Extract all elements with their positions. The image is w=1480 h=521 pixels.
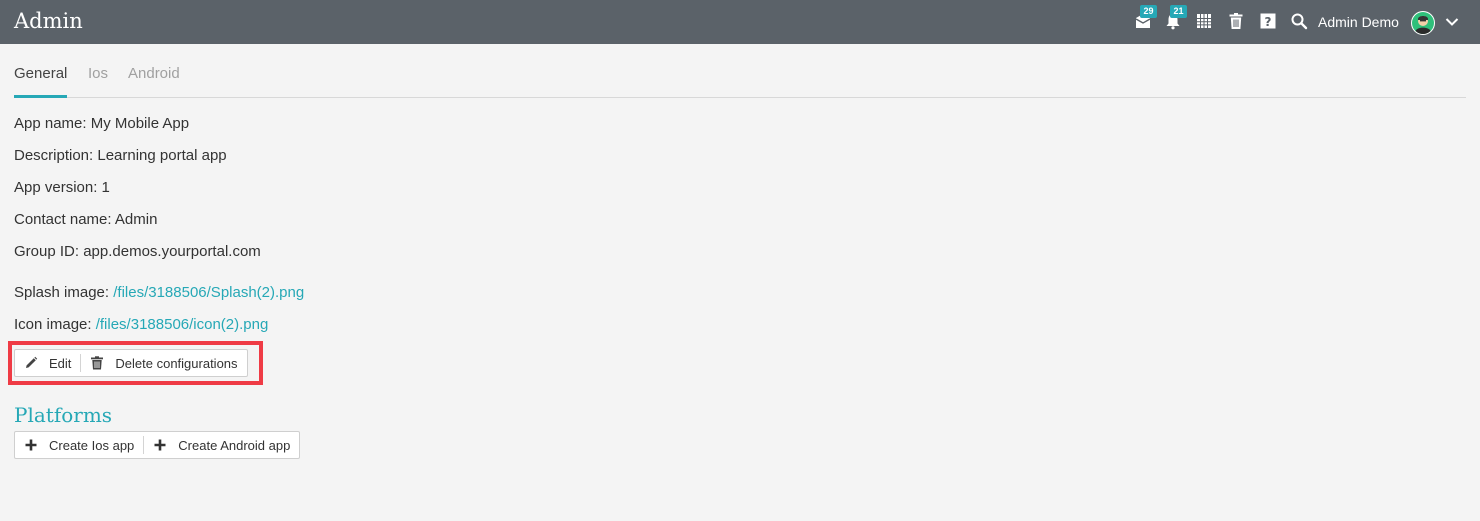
platform-actions: Create Ios app Create Android app: [14, 431, 301, 459]
platforms-heading: Platforms: [14, 403, 113, 427]
trash-icon[interactable]: [1227, 12, 1247, 32]
messages-badge: 29: [1140, 5, 1157, 18]
messages-icon[interactable]: 29: [1134, 5, 1157, 32]
calendar-icon[interactable]: [1195, 12, 1215, 32]
splash-image-label: Splash image:: [14, 284, 110, 301]
highlight-box: [8, 341, 263, 385]
description-text: Description: Learning portal app: [14, 147, 227, 164]
app-name-text: App name: My Mobile App: [14, 115, 190, 132]
icon-image-row: Icon image: /files/3188506/icon(2).png: [14, 316, 268, 333]
active-tab-indicator: [14, 95, 67, 98]
icon-image-label: Icon image:: [14, 316, 92, 333]
user-name[interactable]: Admin Demo: [1318, 14, 1399, 30]
tab-android[interactable]: Android: [128, 65, 180, 82]
tab-bar: General Ios Android: [14, 62, 1466, 98]
plus-icon: [153, 438, 167, 452]
create-android-app-button[interactable]: Create Android app: [144, 432, 299, 458]
help-icon[interactable]: ?: [1259, 12, 1279, 32]
create-ios-app-label: Create Ios app: [49, 437, 135, 453]
splash-image-row: Splash image: /files/3188506/Splash(2).p…: [14, 284, 304, 301]
avatar[interactable]: [1411, 11, 1435, 35]
tab-ios[interactable]: Ios: [88, 65, 108, 82]
search-icon[interactable]: [1290, 12, 1310, 32]
tab-general[interactable]: General: [14, 65, 67, 82]
icon-image-link[interactable]: /files/3188506/icon(2).png: [96, 316, 269, 333]
plus-icon: [24, 438, 38, 452]
chevron-down-icon[interactable]: [1444, 14, 1460, 30]
create-ios-app-button[interactable]: Create Ios app: [15, 432, 143, 458]
page-title: Admin: [14, 9, 83, 33]
svg-text:?: ?: [1265, 15, 1272, 29]
create-android-app-label: Create Android app: [178, 437, 291, 453]
splash-image-link[interactable]: /files/3188506/Splash(2).png: [113, 284, 304, 301]
app-version-text: App version: 1: [14, 179, 110, 196]
top-bar: Admin 29 21 ? Admin Demo: [0, 0, 1480, 44]
group-id-text: Group ID: app.demos.yourportal.com: [14, 243, 261, 260]
contact-name-text: Contact name: Admin: [14, 211, 158, 228]
notifications-badge: 21: [1170, 5, 1187, 18]
notifications-icon[interactable]: 21: [1164, 5, 1187, 32]
